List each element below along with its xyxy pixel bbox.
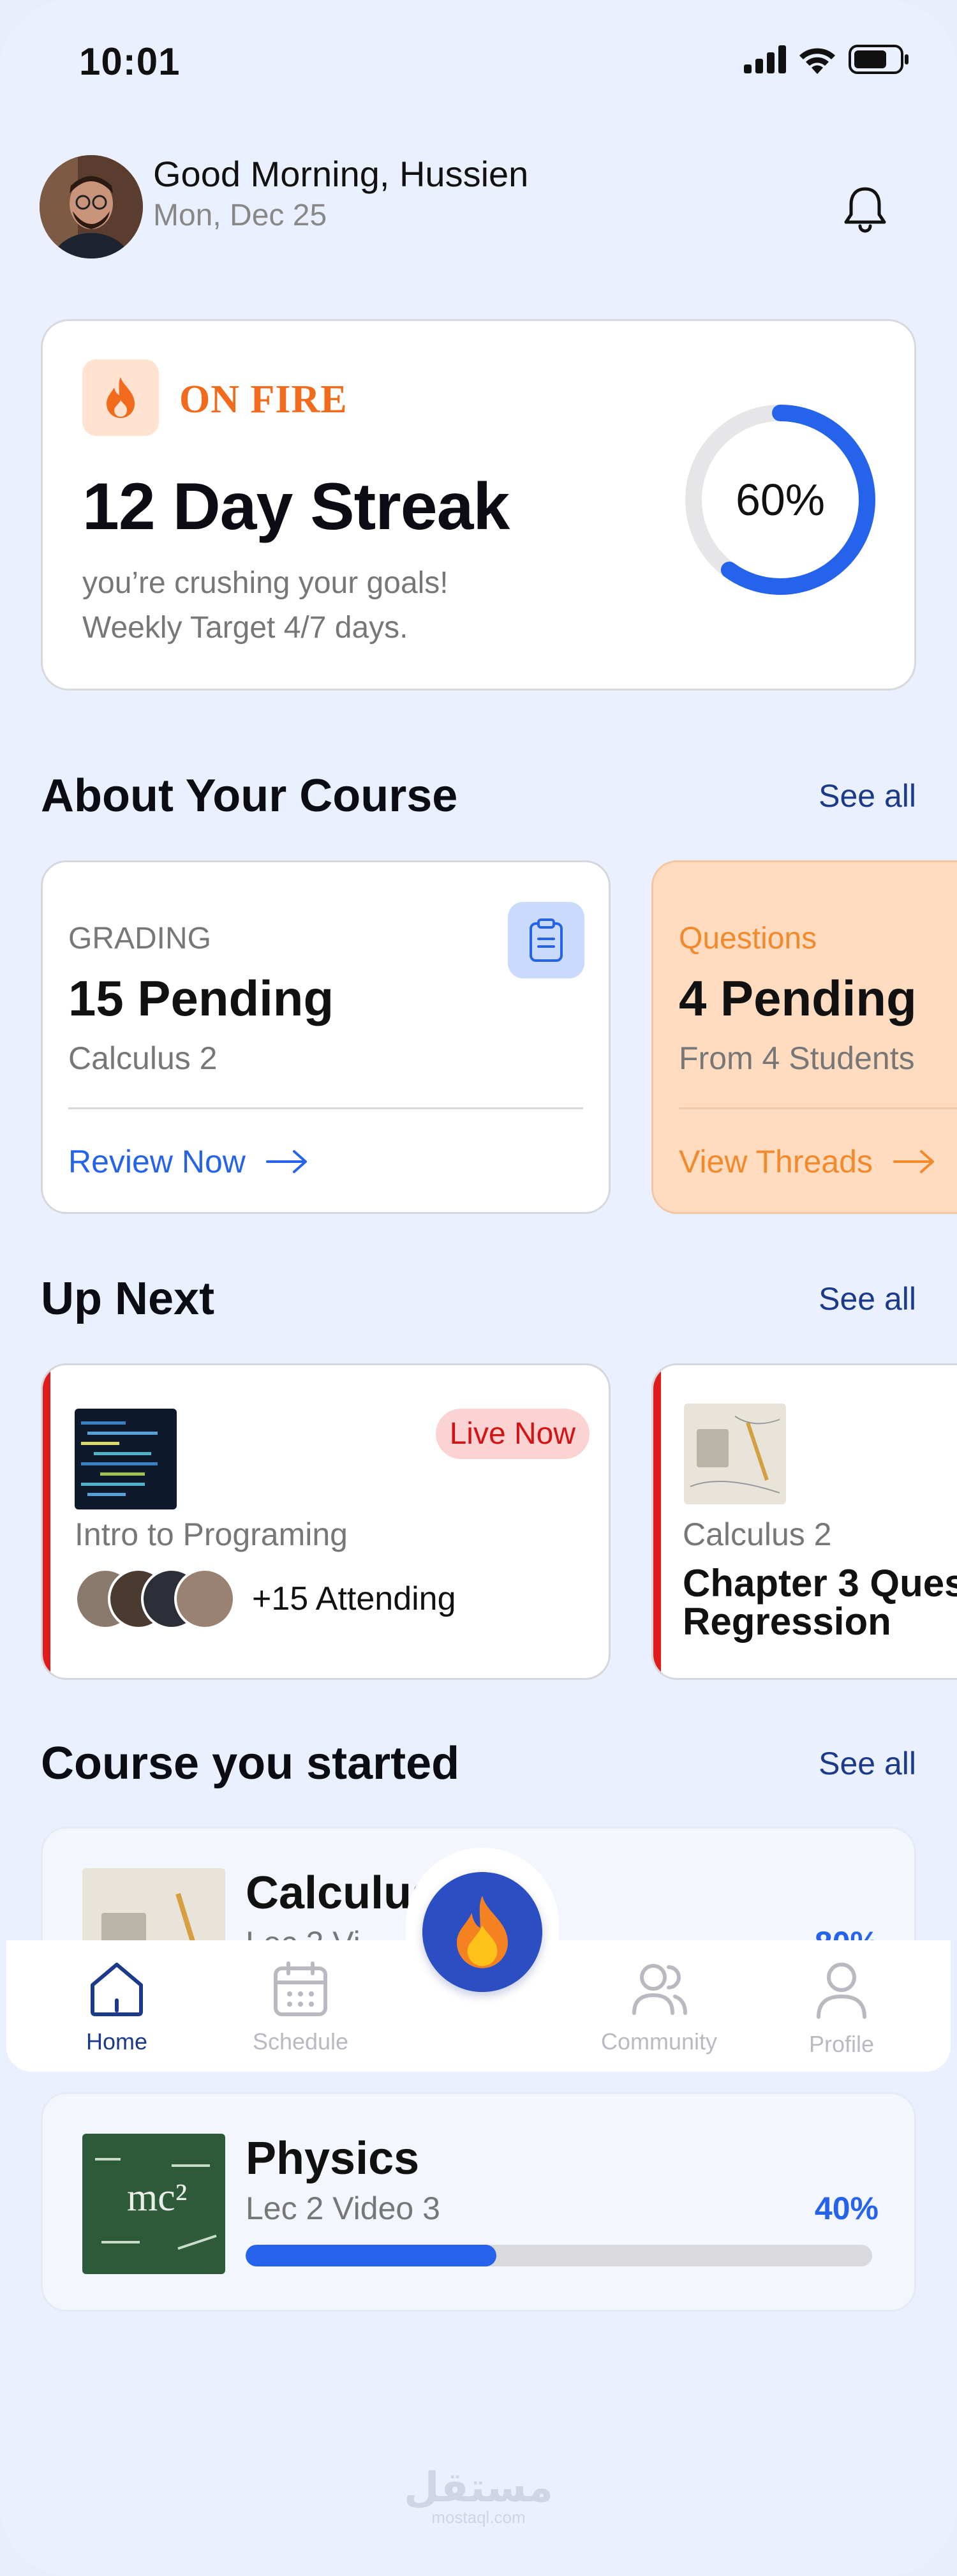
attending-count: +15 Attending (252, 1580, 456, 1617)
lesson-title-line1: Chapter 3 Ques (683, 1562, 957, 1605)
clipboard-icon (508, 902, 584, 978)
progress-ring-label: 60% (735, 475, 826, 525)
questions-value: 4 Pending (679, 970, 917, 1026)
community-icon (632, 1964, 687, 2015)
indicator-bar (653, 1365, 661, 1678)
fire-icon (457, 1896, 508, 1968)
current-date: Mon, Dec 25 (153, 198, 327, 232)
watermark-logo: مستقل mostaql.com (0, 2464, 957, 2527)
live-now-badge: Live Now (435, 1409, 590, 1459)
nav-schedule-label: Schedule (252, 2028, 349, 2055)
grading-value: 15 Pending (68, 970, 334, 1026)
divider (68, 1107, 583, 1109)
nav-community[interactable]: Community (586, 1961, 732, 2055)
svg-text:mc²: mc² (127, 2176, 187, 2219)
bell-icon[interactable] (841, 184, 889, 235)
course-title: Physics (246, 2133, 420, 2184)
review-now-link[interactable]: Review Now (68, 1143, 309, 1180)
up-next-course-name: Intro to Programing (75, 1516, 348, 1552)
up-next-card-live[interactable]: Live Now Intro to Programing +15 Attendi… (41, 1363, 611, 1680)
streak-target: Weekly Target 4/7 days. (82, 611, 408, 645)
course-progress-bar (246, 2245, 872, 2266)
course-lesson: Lec 2 Video 3 (246, 2190, 440, 2226)
about-course-see-all-link[interactable]: See all (819, 777, 916, 814)
course-thumbnail: mc² (82, 2134, 225, 2274)
course-thumbnail (75, 1409, 177, 1509)
grading-label: GRADING (68, 922, 212, 955)
questions-card[interactable]: Questions 4 Pending From 4 Students View… (651, 860, 957, 1214)
streak-card[interactable]: ON FIRE 12 Day Streak you’re crushing yo… (41, 319, 916, 691)
arrow-right-icon (265, 1150, 307, 1173)
divider (679, 1107, 957, 1109)
nav-profile[interactable]: Profile (768, 1961, 915, 2058)
battery-icon (849, 45, 909, 74)
up-next-lesson-title: Chapter 3 Ques Regression (683, 1564, 957, 1641)
started-title: Course you started (41, 1738, 460, 1789)
attendee-avatar (174, 1568, 235, 1629)
nav-home-label: Home (85, 2028, 148, 2055)
avatar[interactable] (40, 155, 143, 258)
app-screen: 10:01 Good Morning, Hussien Mon, Dec 25 … (0, 0, 957, 2576)
course-card-physics[interactable]: mc² Physics Lec 2 Video 3 40% (41, 2092, 916, 2312)
streak-subtitle: you’re crushing your goals! (82, 566, 449, 600)
nav-schedule[interactable]: Schedule (227, 1961, 374, 2055)
nav-community-label: Community (600, 2028, 718, 2055)
arrow-right-icon (893, 1150, 934, 1173)
up-next-title: Up Next (41, 1273, 215, 1324)
status-icons (744, 45, 910, 74)
wifi-icon (799, 48, 835, 74)
grading-course: Calculus 2 (68, 1040, 218, 1076)
view-threads-link[interactable]: View Threads (679, 1143, 937, 1180)
up-next-card-calculus[interactable]: Calculus 2 Chapter 3 Ques Regression (651, 1363, 957, 1680)
streak-fab-button[interactable] (422, 1872, 542, 1992)
started-see-all-link[interactable]: See all (819, 1745, 916, 1782)
live-indicator-bar (43, 1365, 50, 1678)
profile-icon (817, 1963, 866, 2019)
home-icon (91, 1963, 143, 2016)
questions-label: Questions (679, 922, 817, 955)
attendees-group: +15 Attending (75, 1568, 456, 1629)
watermark-arabic: مستقل (403, 2464, 554, 2510)
view-threads-label: View Threads (679, 1144, 873, 1179)
fire-icon (107, 377, 135, 418)
streak-badge-label: ON FIRE (179, 378, 348, 421)
up-next-see-all-link[interactable]: See all (819, 1280, 916, 1317)
signal-icon (744, 45, 786, 73)
lesson-title-line2: Regression (683, 1600, 891, 1643)
up-next-course-name: Calculus 2 (683, 1516, 832, 1552)
status-time: 10:01 (79, 40, 181, 83)
watermark-latin: mostaql.com (431, 2508, 526, 2527)
nav-profile-label: Profile (808, 2031, 875, 2057)
course-percent: 40% (814, 2190, 879, 2226)
about-course-title: About Your Course (41, 770, 458, 821)
calendar-icon (274, 1961, 327, 2016)
greeting: Good Morning, Hussien (153, 154, 529, 194)
streak-title: 12 Day Streak (82, 470, 510, 544)
course-thumbnail (684, 1404, 786, 1504)
questions-source: From 4 Students (679, 1040, 915, 1076)
review-now-label: Review Now (68, 1144, 246, 1179)
nav-home[interactable]: Home (43, 1961, 190, 2055)
grading-card[interactable]: GRADING 15 Pending Calculus 2 Review Now (41, 860, 611, 1214)
fire-badge (82, 359, 159, 436)
